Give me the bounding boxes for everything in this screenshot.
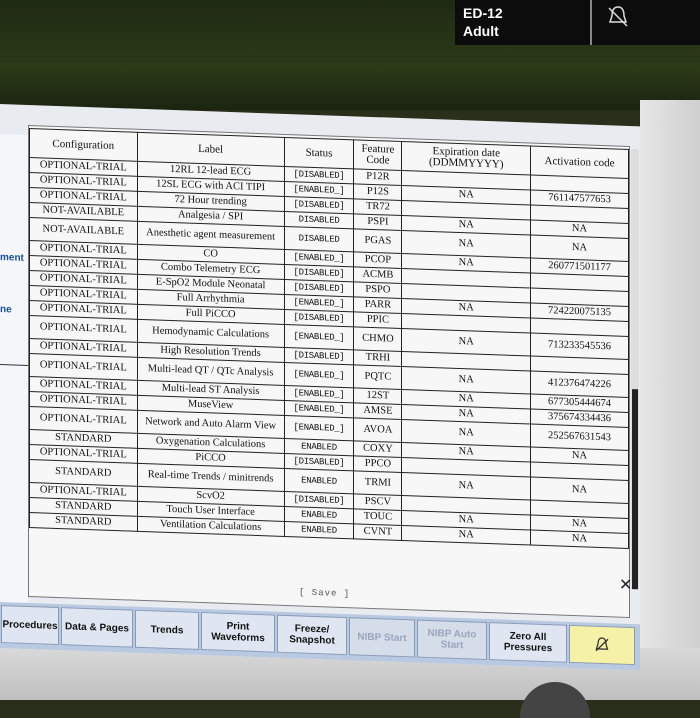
- left-menu-label[interactable]: ne: [0, 304, 12, 315]
- cell-status: ENABLED: [284, 521, 354, 539]
- column-header-activation-code: Activation code: [530, 146, 629, 179]
- cell-activation-code: 713233545536: [530, 333, 629, 360]
- cell-feature-code: PPIC: [353, 311, 402, 329]
- cell-activation-code: NA: [530, 235, 629, 262]
- save-button[interactable]: [ Save ]: [299, 587, 350, 599]
- cell-feature-code: PPCO: [353, 455, 402, 473]
- cell-activation-code: 252567631543: [530, 424, 629, 451]
- monitor-bezel-right: [640, 100, 700, 700]
- column-header-configuration: Configuration: [29, 128, 138, 162]
- left-menu-strip: ment ne: [0, 134, 28, 605]
- patient-category: Adult: [463, 23, 499, 39]
- alarm-silence-button[interactable]: [569, 624, 635, 666]
- divider: [0, 364, 28, 366]
- table-body: OPTIONAL-TRIAL 12RL 12-lead ECG [DISABLED]…: [29, 157, 629, 549]
- alarm-silence-icon: [593, 635, 611, 655]
- feature-configuration-dialog: Configuration Label Status Feature Code …: [28, 124, 639, 619]
- cell-configuration: STANDARD: [29, 512, 138, 532]
- close-icon[interactable]: ✕: [619, 575, 632, 595]
- alarm-off-icon: [605, 4, 633, 32]
- scrollbar-thumb[interactable]: [632, 389, 638, 590]
- cell-feature-code: CVNT: [353, 523, 402, 541]
- cell-feature-code: AMSE: [353, 402, 402, 420]
- toolbar-button-freeze-snapshot[interactable]: Freeze/ Snapshot: [277, 614, 347, 656]
- toolbar-button-data-pages[interactable]: Data & Pages: [61, 607, 133, 648]
- cell-feature-code: PQTC: [353, 364, 402, 390]
- cell-activation-code: NA: [530, 477, 629, 504]
- column-header-expiration-date: Expiration date (DDMMYYYY): [401, 141, 531, 176]
- patient-info-panel: ED-12 Adult: [455, 0, 700, 45]
- cell-activation-code: NA: [530, 530, 629, 549]
- cell-feature-code: P12S: [353, 183, 402, 201]
- left-menu-label[interactable]: ment: [0, 252, 24, 264]
- column-header-status: Status: [284, 137, 354, 169]
- cell-feature-code: PCOP: [353, 251, 402, 269]
- cell-feature-code: P12R: [353, 168, 402, 186]
- cell-feature-code: COXY: [353, 440, 402, 458]
- cell-feature-code: ACMB: [353, 266, 402, 284]
- cell-feature-code: TOUC: [353, 508, 402, 526]
- cell-feature-code: PSCV: [353, 493, 402, 511]
- toolbar-button-zero-all-pressures[interactable]: Zero All Pressures: [489, 622, 567, 663]
- toolbar-button-procedures[interactable]: Procedures: [1, 605, 59, 646]
- feature-table: Configuration Label Status Feature Code …: [29, 128, 629, 549]
- cell-feature-code: TRHI: [353, 349, 402, 367]
- toolbar-button-print-waveforms[interactable]: Print Waveforms: [201, 612, 275, 653]
- cell-feature-code: PSPO: [353, 281, 402, 299]
- cell-feature-code: 12ST: [353, 387, 402, 405]
- toolbar-button-nibp-auto-start[interactable]: NIBP Auto Start: [417, 619, 487, 661]
- cell-status: [ENABLED_]: [284, 415, 354, 441]
- column-header-feature-code: Feature Code: [353, 139, 402, 171]
- toolbar-button-nibp-start[interactable]: NIBP Start: [349, 617, 415, 658]
- cell-feature-code: AVOA: [353, 417, 402, 443]
- cell-feature-code: PGAS: [353, 228, 402, 254]
- cell-feature-code: CHMO: [353, 326, 402, 352]
- cell-status: ENABLED: [284, 468, 354, 494]
- cell-feature-code: PARR: [353, 296, 402, 314]
- cell-status: [ENABLED_]: [284, 324, 354, 350]
- cell-activation-code: 412376474226: [530, 371, 629, 398]
- panel-divider: [590, 0, 592, 45]
- cell-expiration-date: NA: [401, 525, 531, 546]
- bed-label: ED-12: [463, 5, 503, 21]
- toolbar-button-trends[interactable]: Trends: [135, 609, 199, 650]
- cell-status: [ENABLED_]: [284, 362, 354, 388]
- cell-feature-code: PSPI: [353, 213, 402, 231]
- cell-status: DISABLED: [284, 226, 354, 252]
- table-scrollbar[interactable]: [631, 149, 639, 590]
- cell-feature-code: TRMI: [353, 470, 402, 496]
- monitor-screen: ment ne Configuration Label Status Featu…: [0, 104, 640, 671]
- cell-feature-code: TR72: [353, 198, 402, 216]
